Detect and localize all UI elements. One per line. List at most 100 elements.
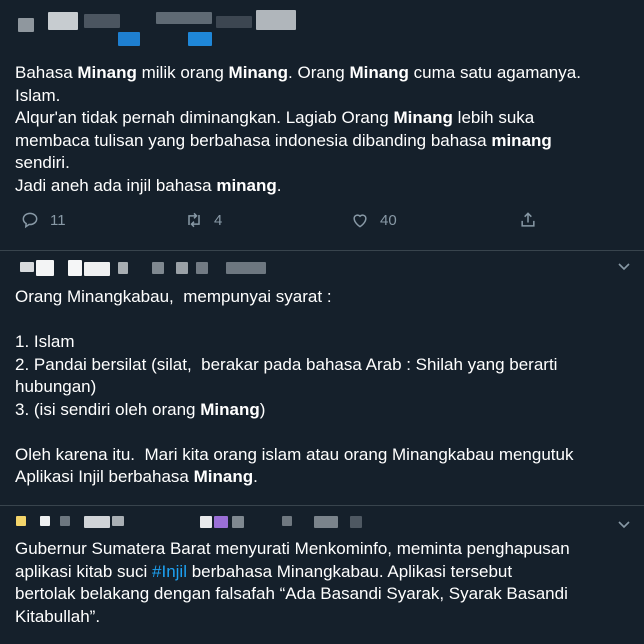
- text-segment: Orang Minangkabau, mempunyai syarat :: [15, 287, 332, 306]
- share-button[interactable]: [518, 210, 538, 230]
- tweet1-author-header[interactable]: [0, 8, 644, 46]
- text-segment: .: [276, 175, 282, 195]
- text-line: bertolak belakang dengan falsafah “Ada B…: [15, 583, 635, 606]
- text-segment: Jadi aneh ada injil bahasa: [15, 175, 217, 195]
- chevron-down-icon[interactable]: [616, 516, 632, 532]
- text-segment: berbahasa Minangkabau. Aplikasi tersebut: [186, 561, 513, 581]
- blurred-username: [350, 516, 362, 528]
- text-line: Gubernur Sumatera Barat menyurati Menkom…: [15, 538, 635, 561]
- bold-keyword: Minang: [77, 63, 137, 82]
- tweet3-text: Gubernur Sumatera Barat menyurati Menkom…: [15, 538, 635, 628]
- blurred-username: [152, 262, 164, 274]
- text-line: Alqur'an tidak pernah diminangkan. Lagia…: [15, 107, 635, 130]
- text-line: Bahasa Minang milik orang Minang. Orang …: [15, 62, 635, 85]
- text-line: Orang Minangkabau, mempunyai syarat :: [15, 286, 635, 309]
- text-line: aplikasi kitab suci #Injil berbahasa Min…: [15, 561, 635, 584]
- blurred-username: [16, 516, 26, 526]
- text-segment: . Orang: [288, 63, 350, 82]
- blurred-username: [40, 516, 50, 526]
- blurred-username: [48, 12, 78, 30]
- blurred-username: [20, 262, 34, 272]
- text-line: 1. Islam: [15, 331, 635, 354]
- text-segment: Kitabullah”.: [15, 606, 101, 626]
- retweet-button[interactable]: 4: [184, 210, 222, 230]
- text-segment: ): [259, 399, 266, 419]
- blurred-username: [200, 516, 212, 528]
- text-segment: Oleh karena itu. Mari kita orang islam a…: [15, 444, 574, 464]
- text-segment: 2. Pandai bersilat (silat, berakar pada …: [15, 354, 558, 374]
- text-segment: sendiri.: [15, 153, 70, 172]
- chevron-down-icon[interactable]: [616, 258, 632, 274]
- text-line: [15, 421, 635, 444]
- blurred-username: [36, 260, 54, 276]
- text-line: Kitabullah”.: [15, 606, 635, 629]
- text-segment: aplikasi kitab suci: [15, 561, 153, 581]
- tweet3-author-header[interactable]: [0, 510, 644, 540]
- blurred-username: [84, 262, 110, 276]
- tweet1-actions: 11 4 40: [0, 210, 644, 240]
- blurred-username: [282, 516, 292, 526]
- like-button[interactable]: 40: [350, 210, 397, 230]
- text-segment: lebih suka: [452, 108, 535, 127]
- text-line: Aplikasi Injil berbahasa Minang.: [15, 466, 635, 489]
- text-line: sendiri.: [15, 152, 635, 175]
- blurred-username: [118, 262, 128, 274]
- blurred-username: [60, 516, 70, 526]
- text-line: [15, 309, 635, 332]
- blurred-username: [216, 16, 252, 28]
- reply-icon: [22, 212, 38, 229]
- text-segment: milik orang: [136, 63, 229, 82]
- heart-icon: [353, 214, 367, 228]
- blurred-username: [188, 32, 212, 46]
- text-segment: Bahasa: [15, 63, 78, 82]
- blurred-username: [84, 14, 120, 28]
- text-line: 2. Pandai bersilat (silat, berakar pada …: [15, 354, 635, 377]
- bold-keyword: Minang: [349, 63, 409, 82]
- blurred-username: [118, 32, 140, 46]
- retweet-icon: [188, 212, 200, 228]
- text-line: Islam.: [15, 85, 635, 108]
- blurred-username: [176, 262, 188, 274]
- blurred-username: [18, 18, 34, 32]
- text-line: 3. (isi sendiri oleh orang Minang): [15, 399, 635, 422]
- text-segment: .: [253, 467, 258, 486]
- text-line: Oleh karena itu. Mari kita orang islam a…: [15, 444, 635, 467]
- bold-keyword: Minang: [200, 399, 260, 419]
- tweet2-text: Orang Minangkabau, mempunyai syarat : 1. …: [15, 286, 635, 489]
- tweet-divider: [0, 505, 644, 506]
- retweet-count: 4: [214, 211, 223, 229]
- blurred-username: [84, 516, 110, 528]
- blurred-username: [314, 516, 338, 528]
- text-segment: Gubernur Sumatera Barat menyurati Menkom…: [15, 539, 570, 558]
- text-segment: Islam.: [15, 85, 61, 105]
- bold-keyword: minang: [491, 130, 552, 150]
- text-segment: bertolak belakang dengan falsafah “Ada B…: [15, 584, 568, 603]
- blurred-username: [232, 516, 244, 528]
- text-line: hubungan): [15, 376, 635, 399]
- text-segment: membaca tulisan yang berbahasa indonesia…: [15, 130, 492, 150]
- reply-count: 11: [50, 211, 66, 229]
- bold-keyword: Minang: [193, 467, 254, 486]
- blurred-username: [196, 262, 208, 274]
- text-segment: 3. (isi sendiri oleh orang: [15, 399, 201, 419]
- bold-keyword: minang: [216, 175, 277, 195]
- bold-keyword: Minang: [228, 63, 289, 82]
- reply-button[interactable]: 11: [20, 210, 66, 230]
- tweet-divider: [0, 250, 644, 251]
- blurred-username: [226, 262, 266, 274]
- text-segment: Aplikasi Injil berbahasa: [15, 467, 194, 486]
- blurred-username: [214, 516, 228, 528]
- tweet2-author-header[interactable]: [0, 256, 644, 286]
- blurred-username: [156, 12, 212, 24]
- share-icon: [521, 212, 535, 227]
- text-segment: 1. Islam: [15, 332, 75, 351]
- blurred-username: [256, 10, 296, 30]
- text-line: Jadi aneh ada injil bahasa minang.: [15, 175, 635, 198]
- hashtag-link[interactable]: #Injil: [152, 562, 187, 581]
- bold-keyword: Minang: [393, 108, 453, 127]
- text-segment: Alqur'an tidak pernah diminangkan. Lagia…: [15, 108, 394, 127]
- blurred-username: [68, 260, 82, 276]
- text-line: membaca tulisan yang berbahasa indonesia…: [15, 130, 635, 153]
- like-count: 40: [380, 211, 397, 229]
- text-segment: cuma satu agamanya.: [408, 63, 581, 82]
